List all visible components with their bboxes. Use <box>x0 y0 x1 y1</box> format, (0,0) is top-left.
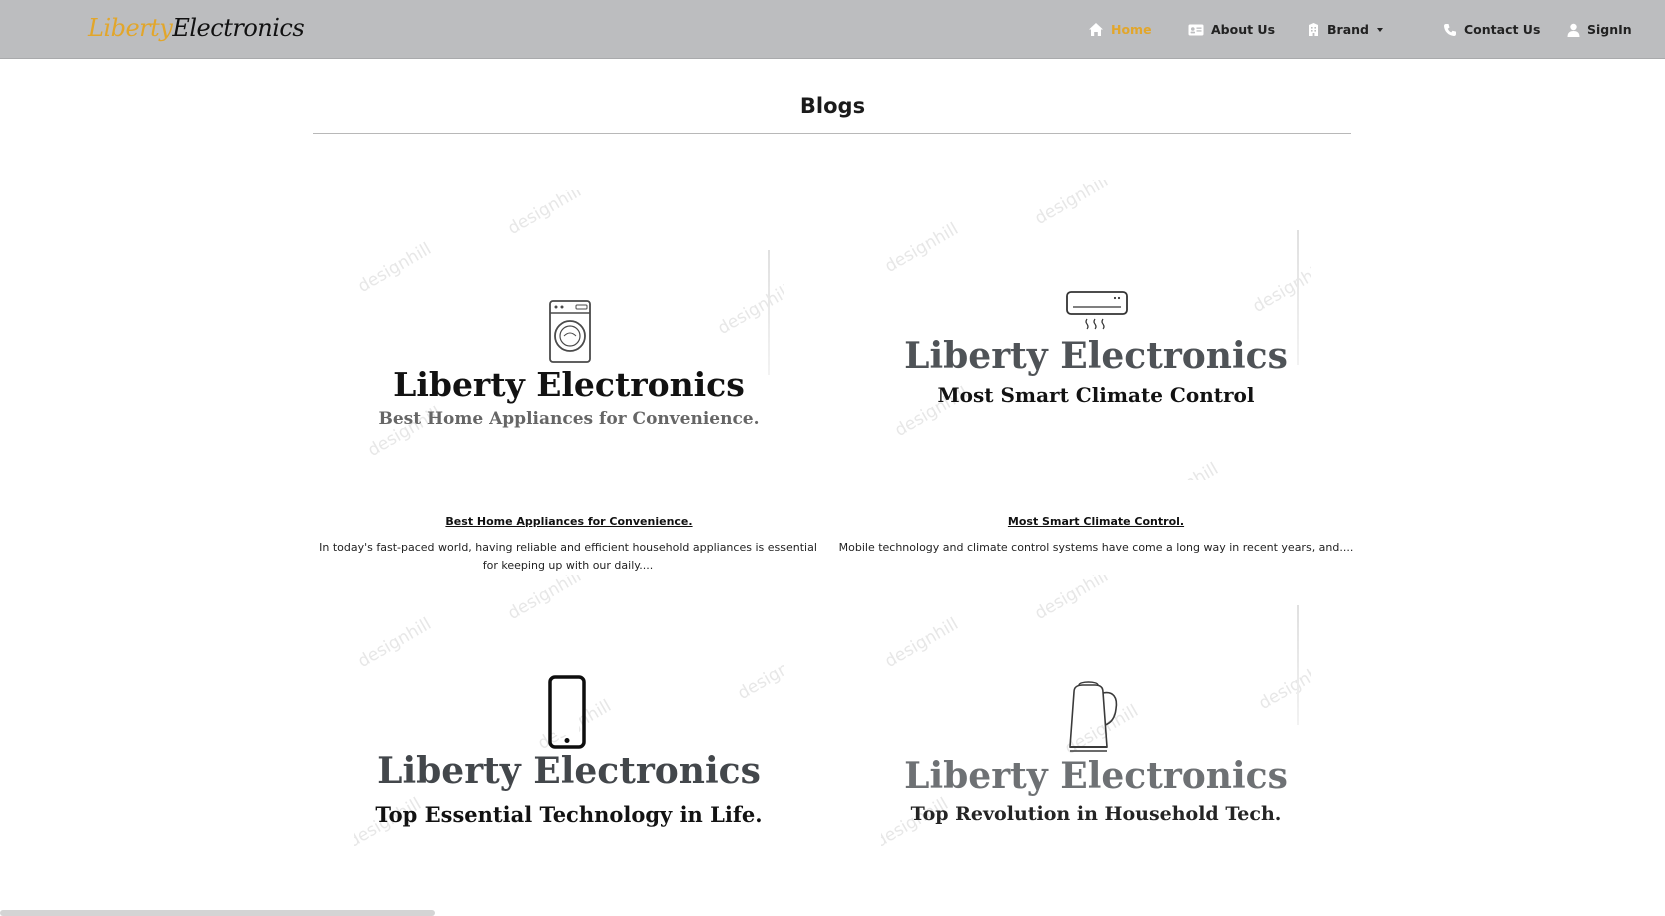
user-icon <box>1567 23 1580 37</box>
navbar: LibertyElectronics Home About Us Brand C… <box>0 0 1665 59</box>
id-card-icon <box>1188 24 1204 35</box>
nav-item-signin-label: SignIn <box>1587 22 1632 37</box>
blog-post-excerpt: Mobile technology and climate control sy… <box>838 541 1354 554</box>
image-tagline-text: Top Revolution in Household Tech. <box>910 803 1282 825</box>
horizontal-scrollbar[interactable] <box>0 910 435 916</box>
nav-item-brand-label: Brand <box>1327 22 1369 37</box>
nav-item-about-label: About Us <box>1211 22 1276 37</box>
blog-post-title-link[interactable]: Most Smart Climate Control. <box>881 515 1311 528</box>
nav-links: Home About Us Brand Contact Us SignIn <box>0 0 1665 59</box>
blog-card-image[interactable]: designhill designhill designhill designh… <box>354 575 784 875</box>
image-brand-text: Liberty Electronics <box>393 365 745 404</box>
nav-item-home[interactable]: Home <box>1088 0 1152 59</box>
nav-item-contact-label: Contact Us <box>1464 22 1541 37</box>
nav-item-brand[interactable]: Brand <box>1307 0 1383 59</box>
blog-card-image[interactable]: designhill designhill designhill designh… <box>881 180 1311 480</box>
image-tagline-text: Top Essential Technology in Life. <box>375 802 763 827</box>
chevron-down-icon <box>1376 27 1383 32</box>
image-brand-text: Liberty Electronics <box>377 750 761 792</box>
washing-machine-icon <box>549 300 591 363</box>
nav-item-contact[interactable]: Contact Us <box>1443 0 1540 59</box>
home-icon <box>1089 23 1103 36</box>
blog-card-image[interactable]: designhill designhill designhill designh… <box>354 190 784 490</box>
blog-card-image[interactable]: designhill designhill designhill designh… <box>881 575 1311 875</box>
image-tagline-text: Best Home Appliances for Convenience. <box>378 409 760 429</box>
page-title: Blogs <box>799 94 866 118</box>
image-tagline-text: Most Smart Climate Control <box>937 383 1255 407</box>
title-divider <box>313 133 1351 134</box>
image-brand-text: Liberty Electronics <box>904 755 1288 797</box>
blog-post-title-link[interactable]: Best Home Appliances for Convenience. <box>354 515 784 528</box>
phone-icon <box>1444 23 1456 36</box>
air-conditioner-icon <box>1066 291 1128 330</box>
kettle-icon <box>1069 681 1118 752</box>
image-brand-text: Liberty Electronics <box>904 335 1288 377</box>
smartphone-icon <box>548 675 586 749</box>
nav-item-home-label: Home <box>1111 22 1152 37</box>
nav-item-about[interactable]: About Us <box>1188 0 1275 59</box>
nav-item-signin[interactable]: SignIn <box>1567 0 1632 59</box>
building-icon <box>1309 23 1318 36</box>
blog-post-excerpt: In today's fast-paced world, having reli… <box>319 541 817 572</box>
